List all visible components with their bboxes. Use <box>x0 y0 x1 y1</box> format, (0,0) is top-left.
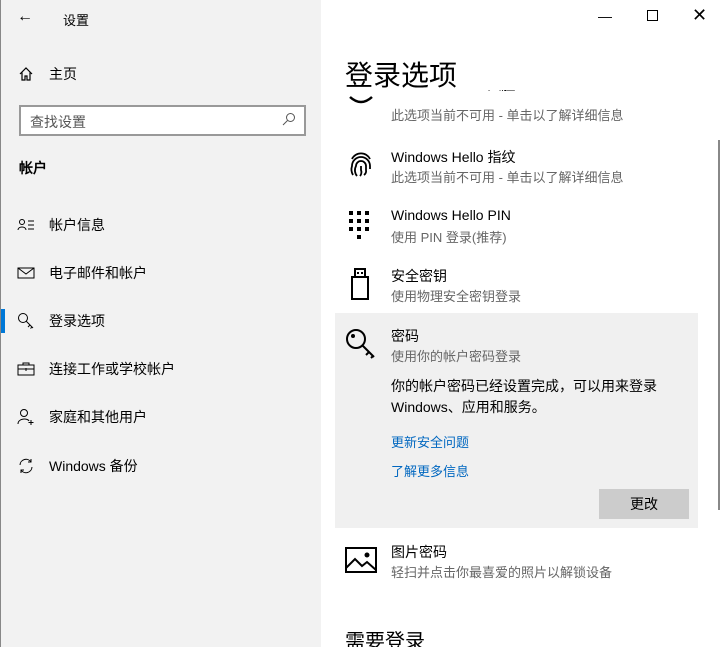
key-icon <box>17 312 35 330</box>
sidebar-item-label: Windows 备份 <box>49 458 138 474</box>
option-subtitle: 此选项当前不可用 - 单击以了解详细信息 <box>391 170 624 185</box>
option-title: 图片密码 <box>391 544 447 560</box>
option-subtitle: 使用你的帐户密码登录 <box>391 349 522 364</box>
password-status: 你的帐户密码已经设置完成，可以用来登录 Windows、应用和服务。 <box>391 378 657 415</box>
window-title: 设置 <box>63 13 90 28</box>
picture-icon <box>345 547 377 573</box>
close-button[interactable]: ✕ <box>692 5 707 26</box>
option-title: Windows Hello PIN <box>391 207 511 223</box>
change-button[interactable]: 更改 <box>599 489 689 519</box>
option-title: 安全密钥 <box>391 268 447 284</box>
sidebar-item-family[interactable]: 家庭和其他用户 <box>1 397 321 437</box>
sync-icon <box>17 457 35 475</box>
scrollbar[interactable] <box>718 140 720 510</box>
search-placeholder: 查找设置 <box>30 114 86 130</box>
home-label: 主页 <box>49 66 77 82</box>
sidebar-item-sign-in-options[interactable]: 登录选项 <box>1 301 321 341</box>
sidebar-item-label: 家庭和其他用户 <box>49 409 147 425</box>
minimize-button[interactable]: — <box>598 8 612 24</box>
sidebar-item-backup[interactable]: Windows 备份 <box>1 446 321 486</box>
fingerprint-icon <box>350 152 371 177</box>
sidebar-item-label: 登录选项 <box>49 313 105 329</box>
main-pane: — ✕ Windows Hello 人脸 此选项当前不可用 - 单击以了解详细信… <box>321 0 724 647</box>
option-subtitle: 轻扫并点击你最喜爱的照片以解锁设备 <box>391 565 613 580</box>
sidebar-item-label: 连接工作或学校帐户 <box>49 361 175 377</box>
page-title: 登录选项 <box>345 60 458 91</box>
option-title: 密码 <box>391 328 419 344</box>
mail-icon <box>17 266 35 280</box>
option-title: Windows Hello 指纹 <box>391 149 516 165</box>
sidebar-item-label: 帐户信息 <box>49 217 105 233</box>
password-panel[interactable]: 密码 使用你的帐户密码登录 你的帐户密码已经设置完成，可以用来登录 Window… <box>335 313 698 528</box>
option-subtitle: 使用物理安全密钥登录 <box>391 289 522 304</box>
home-icon <box>17 66 35 82</box>
account-info-icon <box>17 218 35 232</box>
search-icon <box>282 112 296 129</box>
option-subtitle: 此选项当前不可用 - 单击以了解详细信息 <box>391 108 624 123</box>
sidebar-item-label: 电子邮件和帐户 <box>49 265 147 281</box>
back-button[interactable]: ← <box>17 8 33 26</box>
sidebar-item-account-info[interactable]: 帐户信息 <box>1 205 321 245</box>
pin-keypad-icon <box>349 211 369 239</box>
learn-more-link[interactable]: 了解更多信息 <box>391 461 469 480</box>
briefcase-icon <box>17 362 35 376</box>
sidebar-item-work-school[interactable]: 连接工作或学校帐户 <box>1 349 321 389</box>
usb-key-icon <box>351 268 369 300</box>
password-key-icon <box>346 329 375 359</box>
maximize-button[interactable] <box>647 10 658 21</box>
update-security-questions-link[interactable]: 更新安全问题 <box>391 432 469 451</box>
sidebar-home[interactable]: 主页 <box>1 54 321 94</box>
search-input[interactable]: 查找设置 <box>19 105 306 136</box>
section-heading-require-sign-in: 需要登录 <box>345 631 425 647</box>
add-user-icon <box>17 408 35 426</box>
option-subtitle: 使用 PIN 登录(推荐) <box>391 230 507 245</box>
sidebar: ← 设置 主页 查找设置 帐户 帐户信息 电子邮件和帐户 登录选项 连接工作或学… <box>0 0 321 647</box>
sidebar-item-email[interactable]: 电子邮件和帐户 <box>1 253 321 293</box>
section-heading: 帐户 <box>19 160 47 176</box>
